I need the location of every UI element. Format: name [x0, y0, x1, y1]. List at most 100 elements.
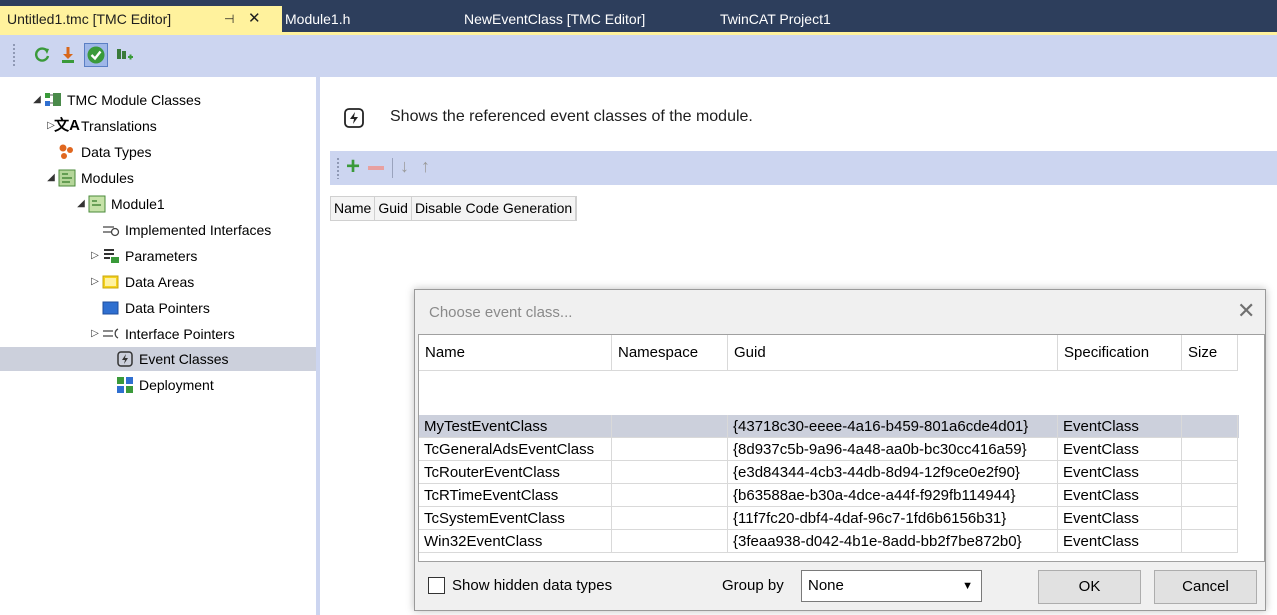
column-guid[interactable]: Guid: [375, 197, 412, 220]
tree-node-label: Data Areas: [125, 274, 195, 290]
tab-module1-h[interactable]: Module1.h: [285, 6, 350, 32]
tab-label: Untitled1.tmc [TMC Editor]: [7, 11, 172, 27]
interfaces-icon: [102, 221, 120, 239]
event-classes-icon: [116, 350, 134, 368]
pin-icon[interactable]: ⊣: [224, 6, 234, 32]
refresh-icon: [35, 47, 50, 62]
download-icon: [62, 47, 74, 63]
choose-event-class-dialog: Choose event class... ✕ Name Namespace G…: [414, 289, 1266, 611]
cell-namespace: [612, 530, 728, 553]
tree-node-translations[interactable]: ▷ 文A Translations: [44, 114, 157, 138]
cell-name: Win32EventClass: [419, 530, 612, 553]
cell-name: TcSystemEventClass: [419, 507, 612, 530]
tab-untitled1-tmc[interactable]: Untitled1.tmc [TMC Editor] ⊣ ✕: [0, 6, 282, 32]
toolbar-separator: [392, 158, 393, 178]
collapse-arrow-icon[interactable]: ◢: [30, 88, 44, 112]
cell-size: [1182, 438, 1238, 461]
cell-size: [1182, 507, 1238, 530]
tree-node-event-classes[interactable]: Event Classes: [0, 347, 316, 371]
tmc-tree-panel: [0, 77, 316, 615]
translations-icon: 文A: [54, 117, 80, 134]
column-header-namespace[interactable]: Namespace: [612, 335, 728, 371]
tab-twincat-project1[interactable]: TwinCAT Project1: [720, 6, 831, 32]
tree-node-parameters[interactable]: ▷ Parameters: [88, 244, 197, 268]
expand-arrow-icon[interactable]: ▷: [88, 270, 102, 294]
tab-label: TwinCAT Project1: [720, 11, 831, 27]
tree-node-implemented-interfaces[interactable]: Implemented Interfaces: [102, 218, 271, 242]
plugin-button[interactable]: [112, 43, 136, 67]
cell-size: [1182, 415, 1238, 438]
module-classes-icon: [44, 91, 62, 109]
group-by-label: Group by: [722, 577, 784, 594]
interface-pointers-icon: [102, 325, 120, 343]
module-icon: [88, 195, 106, 213]
check-button[interactable]: [84, 43, 108, 67]
tree-node-tmc-module-classes[interactable]: ◢ TMC Module Classes: [30, 88, 201, 112]
cell-namespace: [612, 438, 728, 461]
column-disable-code-generation[interactable]: Disable Code Generation: [412, 197, 577, 220]
expand-arrow-icon[interactable]: ▷: [88, 322, 102, 346]
tree-node-module1[interactable]: ◢ Module1: [74, 192, 165, 216]
cell-name: MyTestEventClass: [419, 415, 612, 438]
refresh-button[interactable]: [30, 43, 54, 67]
tree-node-deployment[interactable]: Deployment: [116, 373, 214, 397]
data-pointers-icon: [102, 299, 120, 317]
cell-size: [1182, 530, 1238, 553]
dialog-title: Choose event class...: [429, 304, 573, 321]
close-tab-icon[interactable]: ✕: [248, 6, 261, 32]
event-classes-grid-header: Name Guid Disable Code Generation: [330, 196, 578, 221]
tree-node-interface-pointers[interactable]: ▷ Interface Pointers: [88, 322, 235, 346]
column-header-name[interactable]: Name: [419, 335, 612, 371]
data-types-icon: [58, 143, 76, 161]
column-header-guid[interactable]: Guid: [728, 335, 1058, 371]
cell-specification: EventClass: [1058, 461, 1182, 484]
ok-button[interactable]: OK: [1038, 570, 1141, 604]
cancel-button[interactable]: Cancel: [1154, 570, 1257, 604]
tree-node-label: Data Types: [81, 144, 152, 160]
tree-node-modules[interactable]: ◢ Modules: [44, 166, 134, 190]
remove-icon[interactable]: [368, 166, 384, 170]
collapse-arrow-icon[interactable]: ◢: [74, 192, 88, 216]
cell-specification: EventClass: [1058, 507, 1182, 530]
cell-namespace: [612, 461, 728, 484]
cell-guid: {b63588ae-b30a-4dce-a44f-f929fb114944}: [728, 484, 1058, 507]
list-item[interactable]: TcRouterEventClass {e3d84344-4cb3-44db-8…: [419, 461, 1239, 484]
expand-arrow-icon[interactable]: ▷: [88, 244, 102, 268]
tab-neweventclass[interactable]: NewEventClass [TMC Editor]: [464, 6, 645, 32]
tree-node-data-areas[interactable]: ▷ Data Areas: [88, 270, 194, 294]
data-areas-icon: [102, 273, 120, 291]
column-header-size[interactable]: Size: [1182, 335, 1238, 371]
group-by-dropdown[interactable]: None ▼: [801, 570, 982, 602]
toolbar-grip[interactable]: [336, 157, 340, 179]
cell-specification: EventClass: [1058, 484, 1182, 507]
add-icon[interactable]: +: [346, 154, 360, 180]
cell-guid: {e3d84344-4cb3-44db-8d94-12f9ce0e2f90}: [728, 461, 1058, 484]
tree-node-label: Module1: [111, 196, 165, 212]
move-down-icon[interactable]: ↓: [400, 156, 409, 177]
move-up-icon[interactable]: ↑: [421, 156, 430, 177]
list-item[interactable]: TcGeneralAdsEventClass {8d937c5b-9a96-4a…: [419, 438, 1239, 461]
plugin-icon: [117, 49, 133, 60]
list-item[interactable]: MyTestEventClass {43718c30-eeee-4a16-b45…: [419, 415, 1239, 438]
toolbar-grip[interactable]: [12, 43, 16, 67]
show-hidden-data-types-checkbox[interactable]: [428, 577, 445, 594]
tree-node-label: Deployment: [139, 377, 214, 393]
list-item[interactable]: TcRTimeEventClass {b63588ae-b30a-4dce-a4…: [419, 484, 1239, 507]
list-item[interactable]: TcSystemEventClass {11f7fc20-dbf4-4daf-9…: [419, 507, 1239, 530]
cell-size: [1182, 484, 1238, 507]
deployment-icon: [116, 376, 134, 394]
event-classes-icon: [343, 107, 365, 129]
tree-node-label: Data Pointers: [125, 300, 210, 316]
cell-namespace: [612, 415, 728, 438]
collapse-arrow-icon[interactable]: ◢: [44, 166, 58, 190]
list-item[interactable]: Win32EventClass {3feaa938-d042-4b1e-8add…: [419, 530, 1239, 553]
column-name[interactable]: Name: [331, 197, 376, 220]
tree-node-data-pointers[interactable]: Data Pointers: [102, 296, 210, 320]
tree-node-data-types[interactable]: Data Types: [58, 140, 152, 164]
modules-icon: [58, 169, 76, 187]
editor-toolbar: [0, 35, 1277, 77]
close-icon[interactable]: ✕: [1237, 298, 1255, 324]
column-header-specification[interactable]: Specification: [1058, 335, 1182, 371]
download-button[interactable]: [56, 43, 80, 67]
cell-specification: EventClass: [1058, 415, 1182, 438]
